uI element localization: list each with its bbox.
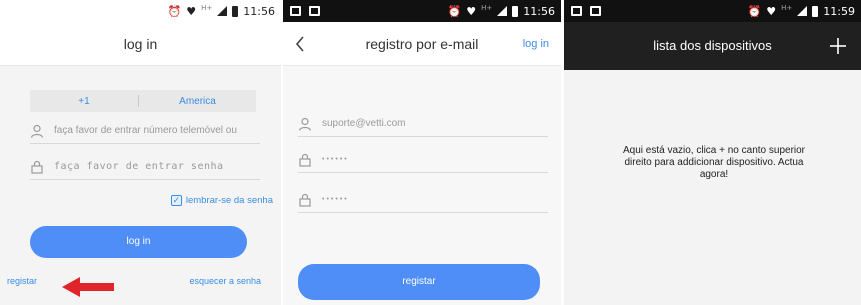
country-code[interactable]: +1	[30, 96, 138, 107]
phone-field[interactable]: faça favor de entrar número telemóvel ou	[30, 118, 260, 144]
image-notification-icon	[290, 6, 301, 16]
password-field[interactable]: ••••••	[298, 147, 548, 173]
status-time: 11:59	[823, 4, 855, 18]
alarm-icon: ⏰	[747, 4, 762, 18]
device-list-screen: ⏰ ♥ H+ 11:59 lista dos dispositivos Aqui…	[564, 0, 861, 305]
red-arrow-icon	[62, 277, 114, 297]
user-icon	[30, 124, 46, 138]
confirm-password-field[interactable]: ••••••	[298, 187, 548, 213]
cell-signal-icon	[217, 6, 228, 16]
page-title: log in	[123, 36, 158, 52]
password-mask: ••••••	[322, 156, 349, 163]
bag-notification-icon	[309, 6, 320, 16]
app-bar: lista dos dispositivos	[564, 22, 861, 70]
network-type: H+	[781, 4, 793, 12]
forgot-password-link[interactable]: esquecer a senha	[189, 276, 261, 286]
cell-signal-icon	[497, 6, 508, 16]
battery-icon	[812, 5, 819, 17]
user-icon	[298, 117, 314, 131]
network-type: H+	[201, 4, 213, 12]
email-value: suporte@vetti.com	[322, 118, 406, 129]
register-button[interactable]: registar	[298, 264, 540, 300]
password-placeholder: faça favor de entrar senha	[54, 161, 224, 172]
remember-password[interactable]: ✓ lembrar-se da senha	[170, 195, 273, 206]
register-link[interactable]: registar	[7, 276, 37, 286]
status-time: 11:56	[243, 4, 275, 18]
signal-heart-icon: ♥	[466, 4, 477, 18]
lock-icon	[30, 160, 46, 174]
signal-heart-icon: ♥	[766, 4, 777, 18]
lock-icon	[298, 153, 314, 167]
empty-state-message: Aqui está vazio, clica + no canto superi…	[622, 145, 806, 180]
status-bar: ⏰ ♥ H+ 11:56	[0, 0, 281, 22]
checkbox-checked-icon[interactable]: ✓	[170, 195, 182, 206]
app-bar: registro por e-mail log in	[283, 22, 561, 66]
lock-icon	[298, 193, 314, 207]
image-notification-icon	[571, 6, 582, 16]
network-type: H+	[481, 4, 493, 12]
country-selector[interactable]: +1 America	[30, 90, 256, 112]
signal-heart-icon: ♥	[186, 4, 197, 18]
plus-icon[interactable]	[825, 22, 851, 70]
alarm-icon: ⏰	[447, 4, 462, 18]
password-field[interactable]: faça favor de entrar senha	[30, 154, 260, 180]
login-screen: ⏰ ♥ H+ 11:56 log in +1 America faça favo…	[0, 0, 281, 305]
status-time: 11:56	[523, 4, 555, 18]
page-title: lista dos dispositivos	[653, 38, 772, 53]
country-name[interactable]: America	[139, 96, 256, 107]
app-bar: log in	[0, 22, 281, 66]
bag-notification-icon	[590, 6, 601, 16]
phone-placeholder: faça favor de entrar número telemóvel ou	[54, 125, 237, 136]
email-register-screen: ⏰ ♥ H+ 11:56 registro por e-mail log in …	[283, 0, 561, 305]
alarm-icon: ⏰	[167, 4, 182, 18]
confirm-password-mask: ••••••	[322, 196, 349, 203]
cell-signal-icon	[797, 6, 808, 16]
login-button[interactable]: log in	[30, 226, 247, 258]
page-title: registro por e-mail	[365, 36, 479, 52]
login-link[interactable]: log in	[523, 22, 549, 66]
battery-icon	[232, 5, 239, 17]
status-bar: ⏰ ♥ H+ 11:59	[564, 0, 861, 22]
battery-icon	[512, 5, 519, 17]
status-bar: ⏰ ♥ H+ 11:56	[283, 0, 561, 22]
email-field[interactable]: suporte@vetti.com	[298, 111, 548, 137]
remember-label: lembrar-se da senha	[185, 195, 273, 206]
